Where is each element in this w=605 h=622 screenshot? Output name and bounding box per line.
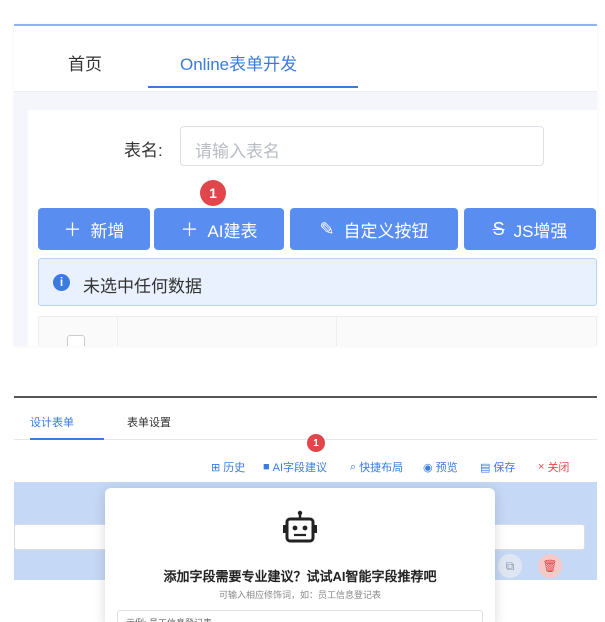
eye-icon: ◉ xyxy=(423,461,433,474)
save-icon: ▤ xyxy=(480,461,491,474)
form-list-panel: 首页 Online表单开发 表名: 请输入表名 表 ＋ 新增 ＋ AI建表 ✎ … xyxy=(14,24,597,346)
save-button[interactable]: ▤ 保存 xyxy=(480,459,515,475)
tab-design-form[interactable]: 设计表单 xyxy=(30,414,74,430)
ai-field-suggest-button[interactable]: ■ AI字段建议 xyxy=(263,459,327,475)
step-badge: 1 xyxy=(200,180,226,206)
ai-field-suggest-label: AI字段建议 xyxy=(272,462,328,474)
add-button-label: 新增 xyxy=(90,221,125,241)
table-header-cell xyxy=(117,317,337,346)
copy-icon[interactable]: ⧉ xyxy=(498,554,522,578)
table-name-input[interactable]: 请输入表名 xyxy=(180,126,544,166)
close-label: 关闭 xyxy=(547,462,570,474)
table-name-label: 表名: xyxy=(124,141,163,160)
tab-online-form-dev[interactable]: Online表单开发 xyxy=(180,50,297,75)
save-label: 保存 xyxy=(493,462,516,474)
close-icon: × xyxy=(538,461,545,473)
toolbar-area: ＋ 新增 ＋ AI建表 ✎ 自定义按钮 S JS增强 1 i 未选中任何数据 xyxy=(28,180,597,346)
alert-text: 未选中任何数据 xyxy=(83,277,202,296)
history-button[interactable]: ⊞ 历史 xyxy=(211,459,245,475)
tab-home[interactable]: 首页 xyxy=(68,50,102,75)
selection-alert: i 未选中任何数据 xyxy=(38,258,597,306)
ai-keyword-input[interactable]: 示例: 员工信息登记表 xyxy=(117,610,483,622)
tab-form-settings[interactable]: 表单设置 xyxy=(127,414,171,430)
popover-hint: 可输入相应修饰词，如：员工信息登记表 xyxy=(218,590,381,600)
robot-icon xyxy=(283,510,317,543)
step-badge: 1 xyxy=(307,434,325,452)
table-header xyxy=(38,316,597,346)
ai-suggest-popover: 添加字段需要专业建议？试试AI智能字段推荐吧 可输入相应修饰词，如：员工信息登记… xyxy=(105,488,495,622)
select-all-checkbox[interactable] xyxy=(67,335,85,346)
info-icon: i xyxy=(53,274,70,291)
quick-layout-button[interactable]: ⌕ 快捷布局 xyxy=(350,459,403,475)
active-tab-indicator xyxy=(148,86,358,88)
pen-icon: ✎ xyxy=(319,218,335,239)
robot-icon: ■ xyxy=(263,461,270,473)
js-enhance-label: JS增强 xyxy=(513,221,568,241)
tab-bar: 首页 Online表单开发 xyxy=(14,26,597,92)
history-icon: ⊞ xyxy=(211,461,221,474)
custom-button-button[interactable]: ✎ 自定义按钮 xyxy=(290,208,458,250)
strike-icon: S xyxy=(492,218,505,239)
form-designer-panel: 设计表单 表单设置 1 ⊞ 历史 ■ AI字段建议 ⌕ 快捷布局 ◉ 预览 ▤ … xyxy=(14,396,597,622)
ai-create-table-label: AI建表 xyxy=(207,221,258,241)
add-button[interactable]: ＋ 新增 xyxy=(38,208,150,250)
search-area: 表名: 请输入表名 表 xyxy=(28,110,597,190)
active-tab-indicator xyxy=(30,438,104,440)
popover-title: 添加字段需要专业建议？试试AI智能字段推荐吧 xyxy=(163,569,437,584)
custom-button-label: 自定义按钮 xyxy=(343,221,429,241)
history-label: 历史 xyxy=(223,462,246,474)
ai-create-table-button[interactable]: ＋ AI建表 xyxy=(154,208,284,250)
preview-button[interactable]: ◉ 预览 xyxy=(423,459,458,475)
layout-icon: ⌕ xyxy=(350,460,357,473)
quick-layout-label: 快捷布局 xyxy=(359,462,404,474)
plus-icon: ＋ xyxy=(180,220,199,240)
delete-icon[interactable]: 🗑 xyxy=(538,554,562,578)
plus-icon: ＋ xyxy=(63,220,82,240)
js-enhance-button[interactable]: S JS增强 xyxy=(464,208,596,250)
preview-label: 预览 xyxy=(435,462,458,474)
close-button[interactable]: × 关闭 xyxy=(538,459,569,475)
